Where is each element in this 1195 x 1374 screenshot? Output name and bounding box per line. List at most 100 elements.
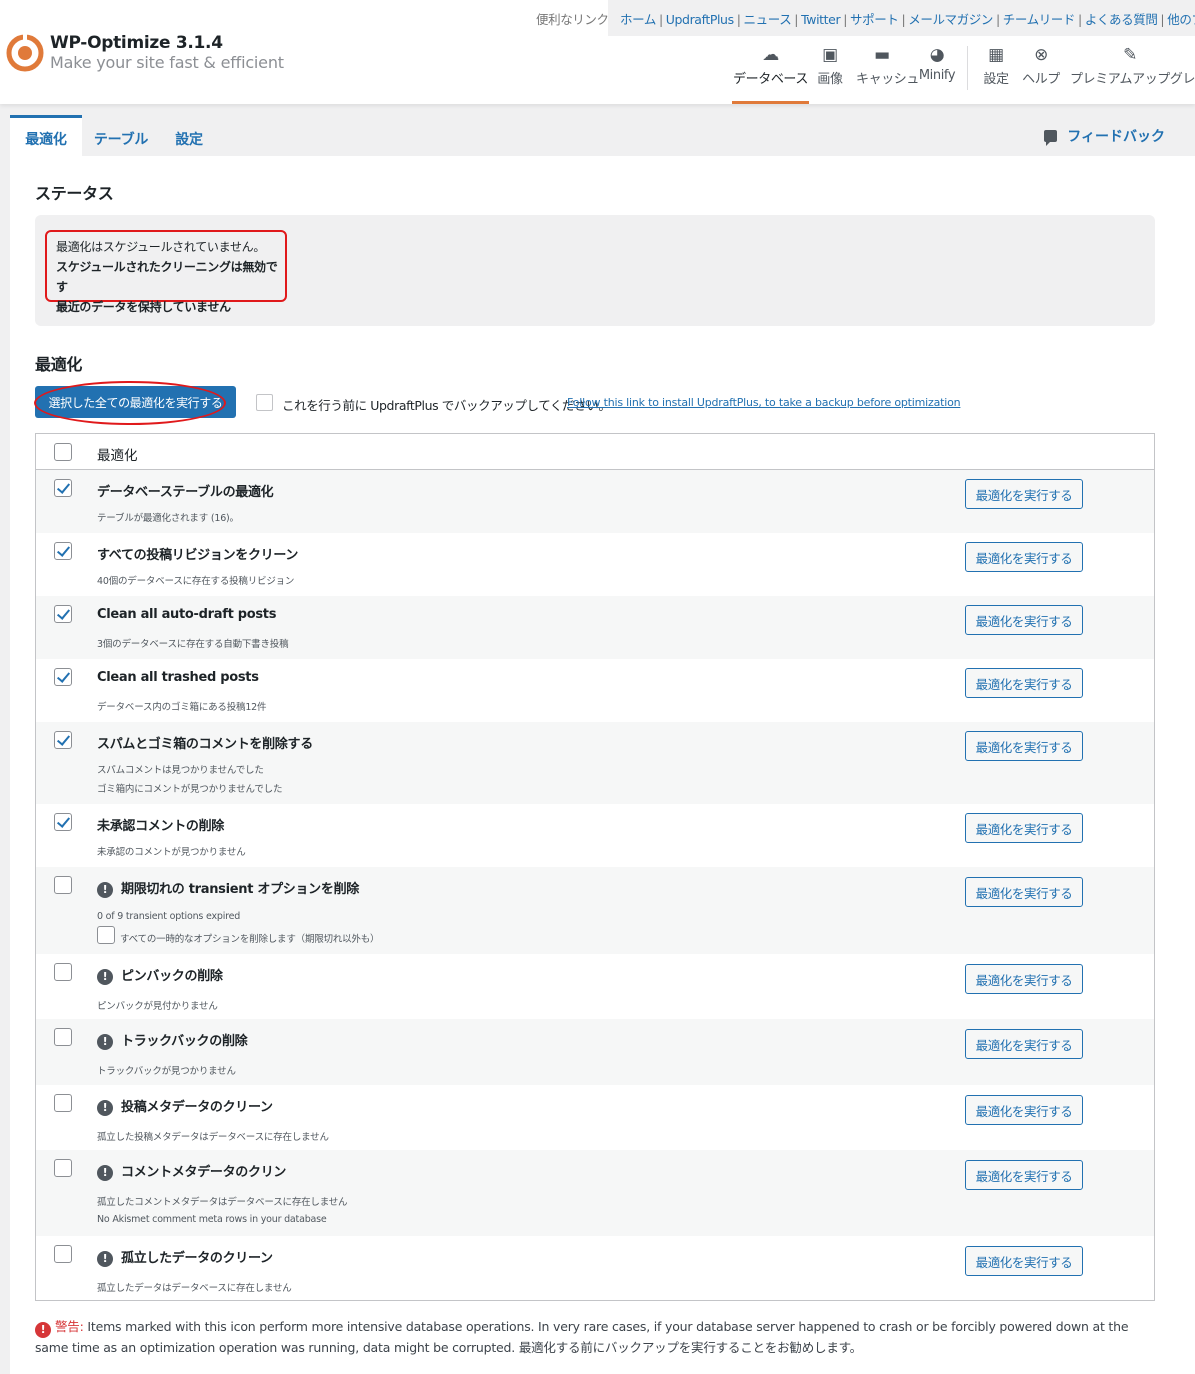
run-optimization-button[interactable]: 最適化を実行する — [965, 877, 1083, 907]
row-checkbox[interactable] — [54, 668, 72, 686]
run-optimization-button[interactable]: 最適化を実行する — [965, 605, 1083, 635]
footer-warning: ! 警告: Items marked with this icon perform… — [35, 1317, 1145, 1358]
row-title: ! 孤立したデータのクリーン — [97, 1247, 273, 1267]
nav-cache[interactable]: ▬ キャッシュ — [856, 44, 919, 104]
nav-cache-label: キャッシュ — [856, 72, 920, 87]
run-optimization-button[interactable]: 最適化を実行する — [965, 668, 1083, 698]
nav-images[interactable]: ▣ 画像 — [812, 44, 848, 104]
status-line-schedule: 最適化はスケジュールされていません。 — [56, 240, 266, 254]
run-optimization-button[interactable]: 最適化を実行する — [965, 1160, 1083, 1190]
nav-help-label: ヘルプ — [1022, 72, 1060, 87]
warning-icon: ! — [97, 1251, 113, 1267]
row-checkbox[interactable] — [54, 1245, 72, 1263]
row-description: ピンバックが見付かりません — [97, 1001, 218, 1012]
status-lines: 最適化はスケジュールされていません。 スケジュールされたクリーニングは無効です … — [45, 230, 287, 314]
row-checkbox[interactable] — [54, 731, 72, 749]
row-description: 3個のデータベースに存在する自動下書き投稿 — [97, 639, 289, 650]
tab-settings[interactable]: 設定 — [166, 115, 212, 156]
table-row: ! 孤立したデータのクリーン 孤立したデータはデータベースに存在しません 最適化を… — [36, 1236, 1154, 1300]
quick-link-updraftplus[interactable]: UpdraftPlus — [666, 12, 734, 27]
run-optimization-button[interactable]: 最適化を実行する — [965, 542, 1083, 572]
row-checkbox[interactable] — [54, 1028, 72, 1046]
nav-images-label: 画像 — [817, 72, 843, 87]
row-checkbox[interactable] — [54, 1159, 72, 1177]
select-all-checkbox[interactable] — [54, 443, 72, 461]
nav-premium[interactable]: ✎ プレミアムアップグレード — [1070, 44, 1195, 104]
row-checkbox[interactable] — [54, 813, 72, 831]
quick-links-bar: ホーム | UpdraftPlus | ニュース | Twitter | サポート | メールマガジ… — [608, 0, 1195, 36]
run-optimization-button[interactable]: 最適化を実行する — [965, 479, 1083, 509]
backup-checkbox[interactable] — [256, 394, 273, 411]
row-description: トラックバックが見つかりません — [97, 1066, 236, 1077]
row-title: Clean all auto-draft posts — [97, 607, 277, 622]
table-row: ! 期限切れの transient オプションを削除 0 of 9 transie… — [36, 867, 1154, 954]
run-optimization-button[interactable]: 最適化を実行する — [965, 1095, 1083, 1125]
quick-links-label: 便利なリンク — [536, 12, 609, 27]
content-panel: ステータス 最適化はスケジュールされていません。 スケジュールされたクリーニング… — [10, 156, 1195, 1374]
row-description: 未承認のコメントが見つかりません — [97, 847, 246, 858]
row-checkbox[interactable] — [54, 605, 72, 623]
install-updraftplus-link[interactable]: Follow this link to install UpdraftPlus,… — [567, 396, 961, 409]
row-description: 40個のデータベースに存在する投稿リビジョン — [97, 576, 295, 587]
quick-link-team-lead[interactable]: チームリード — [1003, 12, 1076, 27]
quick-link-twitter[interactable]: Twitter — [801, 12, 841, 27]
warning-icon: ! — [97, 969, 113, 985]
row-description: ゴミ箱内にコメントが見つかりませんでした — [97, 784, 283, 795]
row-description: 0 of 9 transient options expired — [97, 911, 241, 922]
quick-link-support[interactable]: サポート — [850, 12, 899, 27]
run-optimization-button[interactable]: 最適化を実行する — [965, 731, 1083, 761]
row-title: Clean all trashed posts — [97, 670, 259, 685]
nav-divider — [967, 46, 968, 90]
row-checkbox[interactable] — [54, 963, 72, 981]
nav-settings[interactable]: ▦ 設定 — [980, 44, 1012, 104]
plugin-header: 便利なリンク ホーム | UpdraftPlus | ニュース | Twitter | サポート… — [0, 0, 1195, 104]
row-title: ! 期限切れの transient オプションを削除 — [97, 878, 359, 898]
nav-minify[interactable]: ◕ Minify — [916, 44, 958, 104]
delete-all-transients-label: すべての一時的なオプションを削除します（期限切れ以外も） — [120, 934, 380, 945]
feedback-link[interactable]: フィードバック — [1044, 126, 1165, 146]
row-description: データベース内のゴミ箱にある投稿12件 — [97, 702, 267, 713]
feedback-label: フィードバック — [1067, 129, 1165, 145]
backup-text: これを行う前に UpdraftPlus でバックアップしてください。 — [282, 398, 611, 413]
run-optimization-button[interactable]: 最適化を実行する — [965, 1029, 1083, 1059]
run-optimization-button[interactable]: 最適化を実行する — [965, 964, 1083, 994]
nav-settings-label: 設定 — [983, 72, 1009, 87]
tab-tables[interactable]: テーブル — [86, 115, 156, 156]
nav-database[interactable]: ☁ データベース — [732, 44, 809, 104]
delete-all-transients-checkbox[interactable] — [97, 926, 115, 944]
sub-tabs: 最適化 テーブル 設定 フィードバック — [0, 104, 1195, 156]
run-all-selected-button[interactable]: 選択した全ての最適化を実行する — [35, 386, 236, 418]
row-title: すべての投稿リビジョンをクリーン — [97, 548, 299, 563]
warning-icon: ! — [97, 1034, 113, 1050]
row-checkbox[interactable] — [54, 876, 72, 894]
row-title: ! ピンバックの削除 — [97, 965, 223, 985]
row-checkbox[interactable] — [54, 542, 72, 560]
table-row: Clean all trashed posts データベース内のゴミ箱にある投稿… — [36, 659, 1154, 722]
warning-label: 警告: — [55, 1319, 84, 1334]
row-title: 未承認コメントの削除 — [97, 819, 225, 834]
images-icon: ▣ — [822, 45, 838, 65]
quick-link-home[interactable]: ホーム — [620, 12, 656, 27]
wp-optimize-logo-icon — [6, 34, 44, 72]
table-row: Clean all auto-draft posts 3個のデータベースに存在す… — [36, 596, 1154, 659]
warning-icon: ! — [97, 1165, 113, 1181]
run-optimization-button[interactable]: 最適化を実行する — [965, 813, 1083, 843]
row-title: スパムとゴミ箱のコメントを削除する — [97, 737, 313, 752]
table-row: 未承認コメントの削除 未承認のコメントが見つかりません 最適化を実行する — [36, 804, 1154, 867]
table-row: ! コメントメタデータのクリン 孤立したコメントメタデータはデータベースに存在しま… — [36, 1150, 1154, 1236]
row-checkbox[interactable] — [54, 479, 72, 497]
tab-optimizations[interactable]: 最適化 — [10, 115, 82, 156]
status-box: 最適化はスケジュールされていません。 スケジュールされたクリーニングは無効です … — [35, 215, 1155, 326]
quick-link-news[interactable]: ニュース — [744, 12, 792, 27]
nav-help[interactable]: ⊗ ヘルプ — [1022, 44, 1060, 104]
run-optimization-button[interactable]: 最適化を実行する — [965, 1246, 1083, 1276]
row-description: スパムコメントは見つかりませんでした — [97, 765, 264, 776]
quick-link-faq[interactable]: よくある質問 — [1085, 12, 1158, 27]
error-icon: ! — [35, 1322, 51, 1338]
quick-link-other-plugins[interactable]: 他のプラグイン — [1167, 12, 1195, 27]
warning-icon: ! — [97, 1100, 113, 1116]
row-checkbox[interactable] — [54, 1094, 72, 1112]
optimizations-table: 最適化 データベーステーブルの最適化 テーブルが最適化されます (16)。 最適… — [35, 433, 1155, 1301]
brand-subtitle: Make your site fast & efficient — [50, 53, 284, 72]
quick-link-newsletter[interactable]: メールマガジン — [908, 12, 993, 27]
